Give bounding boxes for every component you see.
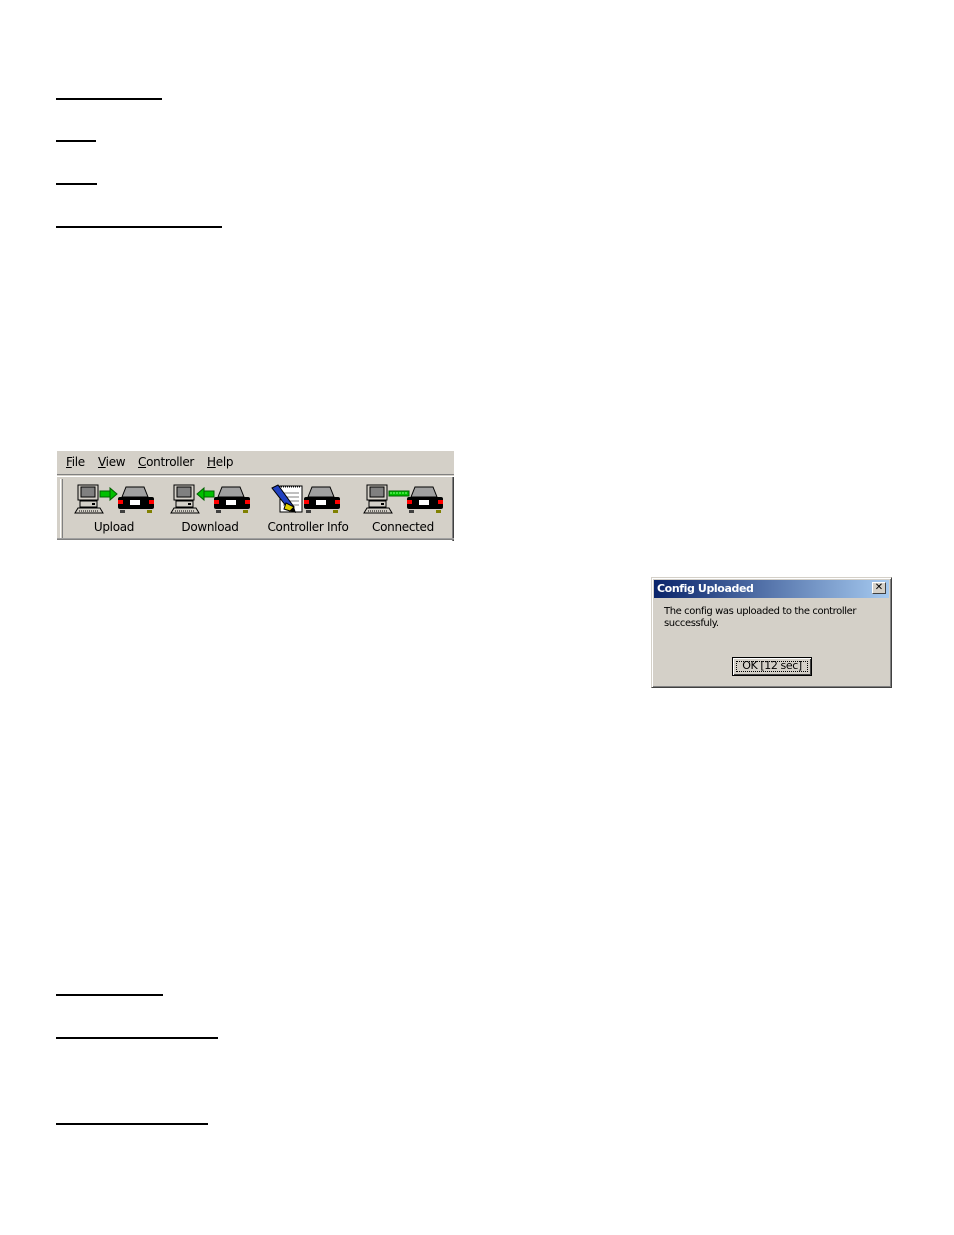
controller-info-label: Controller Info	[267, 520, 349, 534]
heading-underline-4	[56, 226, 222, 228]
download-label: Download	[181, 520, 239, 534]
toolbar-edge-bottom	[57, 538, 454, 540]
heading-underline-2	[56, 140, 96, 142]
config-uploaded-dialog: Config Uploaded ✕ The config was uploade…	[651, 577, 892, 688]
menu-help-accel: H	[207, 455, 216, 469]
controller-info-button[interactable]: Controller Info	[260, 479, 356, 539]
heading-underline-3	[56, 183, 97, 185]
ok-button[interactable]: OK [12 sec]	[732, 657, 812, 676]
heading-underline-7	[56, 1123, 208, 1125]
menu-view-accel: V	[98, 455, 106, 469]
upload-label: Upload	[93, 520, 135, 534]
toolbar: Upload Download Controller Info Connecte…	[57, 476, 454, 541]
menu-controller[interactable]: Controller	[138, 455, 194, 469]
menu-bar: File View Controller Help	[57, 451, 454, 475]
notepad-pen-car-icon	[271, 484, 340, 513]
app-window: File View Controller Help Upload Downloa…	[57, 451, 454, 541]
computer-to-car-arrow-icon	[74, 484, 154, 514]
menu-file-label: ile	[71, 455, 85, 469]
menu-view-label: iew	[105, 455, 126, 469]
computer-car-link-icon	[363, 484, 443, 514]
menu-controller-label: ontroller	[146, 455, 195, 469]
menu-file[interactable]: File	[66, 455, 85, 469]
dialog-titlebar[interactable]: Config Uploaded ✕	[654, 580, 889, 598]
connected-label: Connected	[372, 520, 434, 534]
heading-underline-5	[56, 994, 163, 996]
download-button[interactable]: Download	[165, 479, 255, 539]
toolbar-edge	[452, 477, 454, 541]
menu-help-label: elp	[215, 455, 234, 469]
ok-button-label: OK [12 sec]	[742, 659, 802, 672]
dialog-title: Config Uploaded	[657, 582, 754, 595]
close-button[interactable]: ✕	[872, 582, 886, 594]
menu-view[interactable]: View	[98, 455, 126, 469]
dialog-message: The config was uploaded to the controlle…	[664, 606, 857, 629]
heading-underline-6	[56, 1037, 218, 1039]
car-to-computer-arrow-icon	[170, 484, 250, 514]
close-icon: ✕	[874, 582, 884, 593]
upload-button[interactable]: Upload	[69, 479, 159, 539]
connected-button[interactable]: Connected	[359, 479, 447, 539]
toolbar-grip[interactable]	[60, 479, 63, 539]
heading-underline-1	[56, 98, 162, 100]
menu-controller-accel: C	[138, 455, 147, 469]
menu-help[interactable]: Help	[207, 455, 233, 469]
